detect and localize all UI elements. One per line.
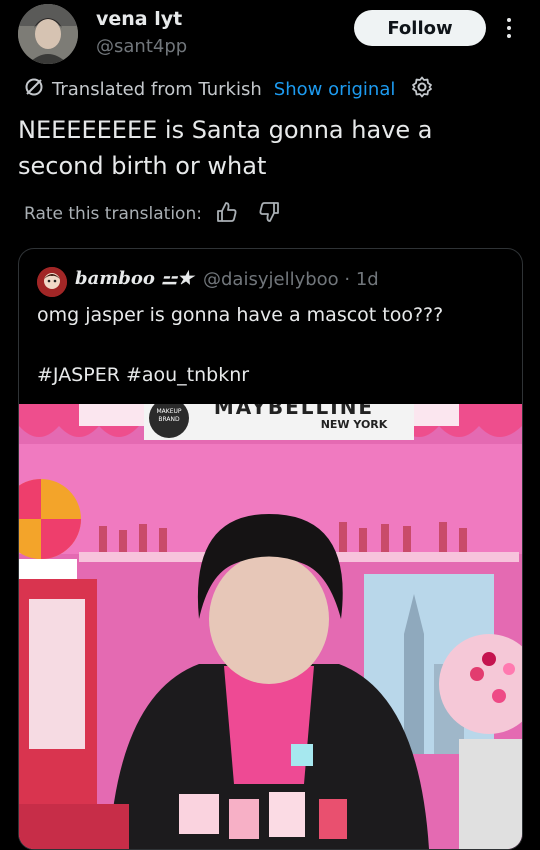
follow-button[interactable]: Follow (354, 10, 486, 46)
rate-translation-row: Rate this translation: (24, 200, 280, 228)
media-city-text: NEW YORK (321, 418, 388, 431)
tweet-text: NEEEEEEEE is Santa gonna have a second b… (18, 116, 433, 180)
quoted-author-handle[interactable]: @daisyjellyboo · 1d (203, 269, 379, 290)
thumbs-up-icon[interactable] (216, 201, 238, 228)
show-original-link[interactable]: Show original (274, 79, 396, 100)
quoted-tweet-hashtags[interactable]: #JASPER #aou_tnbknr (37, 364, 249, 386)
quoted-author-name[interactable]: bamboo ⚍★ (75, 268, 193, 289)
more-vertical-icon[interactable] (502, 16, 516, 40)
quoted-tweet-media[interactable]: MAKEUP BRAND MAYBELLINE NEW YORK (19, 404, 522, 849)
thumbs-down-icon[interactable] (258, 201, 280, 228)
rate-translation-label: Rate this translation: (24, 204, 202, 224)
quoted-author-avatar[interactable] (37, 267, 67, 297)
media-brand-text: MAYBELLINE (214, 404, 374, 419)
media-badge-line2: BRAND (158, 416, 180, 423)
quoted-tweet-card[interactable]: bamboo ⚍★ @daisyjellyboo · 1d omg jasper… (18, 248, 523, 850)
translation-label: Translated from Turkish (52, 78, 262, 100)
author-handle[interactable]: @sant4pp (96, 36, 187, 57)
media-badge-line1: MAKEUP (156, 408, 181, 415)
author-avatar[interactable] (18, 4, 78, 64)
gear-icon[interactable] (411, 76, 433, 103)
quoted-tweet-text: omg jasper is gonna have a mascot too??? (37, 304, 444, 326)
author-display-name[interactable]: vena lyt (96, 8, 182, 30)
translation-row: Translated from Turkish Show original (24, 76, 433, 102)
translate-icon (24, 77, 44, 102)
